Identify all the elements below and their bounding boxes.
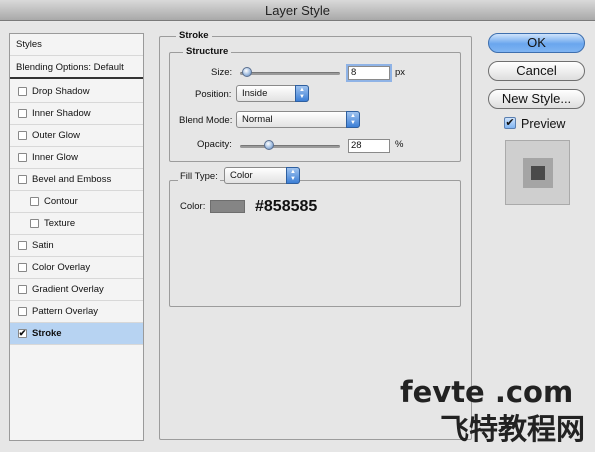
sidebar-item-label: Texture: [44, 218, 76, 229]
preview-square-fill: [531, 166, 545, 180]
blend-mode-value: Normal: [242, 114, 273, 125]
size-input[interactable]: 8: [348, 66, 390, 80]
color-overlay-checkbox[interactable]: [18, 263, 27, 272]
select-arrows-icon: ▲ ▼: [286, 167, 300, 184]
outer-glow-checkbox[interactable]: [18, 131, 27, 140]
sidebar-item-inner-shadow[interactable]: Inner Shadow: [10, 103, 143, 125]
sidebar-item-label: Color Overlay: [32, 262, 91, 273]
size-slider-track[interactable]: [240, 72, 340, 75]
sidebar-item-label: Outer Glow: [32, 130, 81, 141]
preview-square-stroke: [523, 158, 553, 188]
color-label: Color:: [180, 201, 206, 212]
sidebar-item-outer-glow[interactable]: Outer Glow: [10, 125, 143, 147]
structure-group-title: Structure: [183, 46, 232, 58]
window-title-bar: Layer Style: [0, 0, 595, 21]
blend-mode-label: Blend Mode:: [179, 115, 233, 126]
contour-checkbox[interactable]: [30, 197, 39, 206]
satin-checkbox[interactable]: [18, 241, 27, 250]
sidebar-item-label: Stroke: [32, 328, 62, 339]
fill-type-label: Fill Type:: [178, 171, 220, 183]
opacity-slider-thumb[interactable]: [264, 140, 274, 150]
window-title: Layer Style: [264, 3, 331, 18]
sidebar-item-pattern-overlay[interactable]: Pattern Overlay: [10, 301, 143, 323]
position-select[interactable]: Inside ▲ ▼: [236, 85, 309, 102]
opacity-unit: %: [395, 139, 404, 150]
fill-type-value: Color: [230, 170, 253, 181]
size-label: Size:: [211, 67, 233, 78]
opacity-slider-track[interactable]: [240, 145, 340, 148]
inner-shadow-checkbox[interactable]: [18, 109, 27, 118]
position-label: Position:: [195, 89, 232, 100]
gradient-overlay-checkbox[interactable]: [18, 285, 27, 294]
sidebar-item-inner-glow[interactable]: Inner Glow: [10, 147, 143, 169]
sidebar-item-label: Styles: [16, 39, 42, 50]
sidebar-item-gradient-overlay[interactable]: Gradient Overlay: [10, 279, 143, 301]
sidebar-item-label: Bevel and Emboss: [32, 174, 112, 185]
watermark-chinese: 飞特教程网: [440, 412, 586, 446]
ok-button[interactable]: OK: [488, 33, 585, 53]
style-preview-thumbnail: [505, 140, 570, 205]
pattern-overlay-checkbox[interactable]: [18, 307, 27, 316]
sidebar-item-bevel-and-emboss[interactable]: Bevel and Emboss: [10, 169, 143, 191]
stroke-panel-title: Stroke: [176, 30, 212, 42]
sidebar-item-label: Inner Glow: [32, 152, 78, 163]
sidebar-item-styles[interactable]: Styles: [10, 34, 143, 56]
select-arrows-icon: ▲ ▼: [295, 85, 309, 102]
size-unit: px: [395, 67, 406, 78]
opacity-label: Opacity:: [197, 139, 232, 150]
sidebar-item-label: Inner Shadow: [32, 108, 91, 119]
styles-sidebar: Styles Blending Options: Default Drop Sh…: [9, 33, 144, 441]
sidebar-item-contour[interactable]: Contour: [10, 191, 143, 213]
preview-checkbox[interactable]: ✔: [504, 117, 516, 129]
sidebar-item-texture[interactable]: Texture: [10, 213, 143, 235]
texture-checkbox[interactable]: [30, 219, 39, 228]
new-style-button[interactable]: New Style...: [488, 89, 585, 109]
opacity-input[interactable]: 28: [348, 139, 390, 153]
sidebar-item-blending-options[interactable]: Blending Options: Default: [10, 57, 143, 79]
fill-type-select[interactable]: Color ▲ ▼: [224, 167, 300, 184]
inner-glow-checkbox[interactable]: [18, 153, 27, 162]
color-swatch[interactable]: [210, 200, 245, 213]
sidebar-item-label: Gradient Overlay: [32, 284, 104, 295]
sidebar-item-label: Pattern Overlay: [32, 306, 98, 317]
cancel-button[interactable]: Cancel: [488, 61, 585, 81]
bevel-and-emboss-checkbox[interactable]: [18, 175, 27, 184]
blend-mode-select[interactable]: Normal ▲ ▼: [236, 111, 360, 128]
stroke-checkbox[interactable]: ✔: [18, 329, 27, 338]
color-hex-text: #858585: [255, 198, 318, 215]
sidebar-item-satin[interactable]: Satin: [10, 235, 143, 257]
sidebar-item-label: Drop Shadow: [32, 86, 90, 97]
watermark-latin: fevte .com: [400, 375, 574, 409]
position-value: Inside: [242, 88, 268, 99]
preview-label: Preview: [521, 117, 566, 131]
sidebar-item-color-overlay[interactable]: Color Overlay: [10, 257, 143, 279]
sidebar-item-label: Contour: [44, 196, 78, 207]
size-slider-thumb[interactable]: [242, 67, 252, 77]
sidebar-item-drop-shadow[interactable]: Drop Shadow: [10, 81, 143, 103]
sidebar-item-label: Blending Options: Default: [16, 61, 124, 73]
drop-shadow-checkbox[interactable]: [18, 87, 27, 96]
sidebar-item-label: Satin: [32, 240, 54, 251]
select-arrows-icon: ▲ ▼: [346, 111, 360, 128]
sidebar-item-stroke[interactable]: ✔ Stroke: [10, 323, 143, 345]
